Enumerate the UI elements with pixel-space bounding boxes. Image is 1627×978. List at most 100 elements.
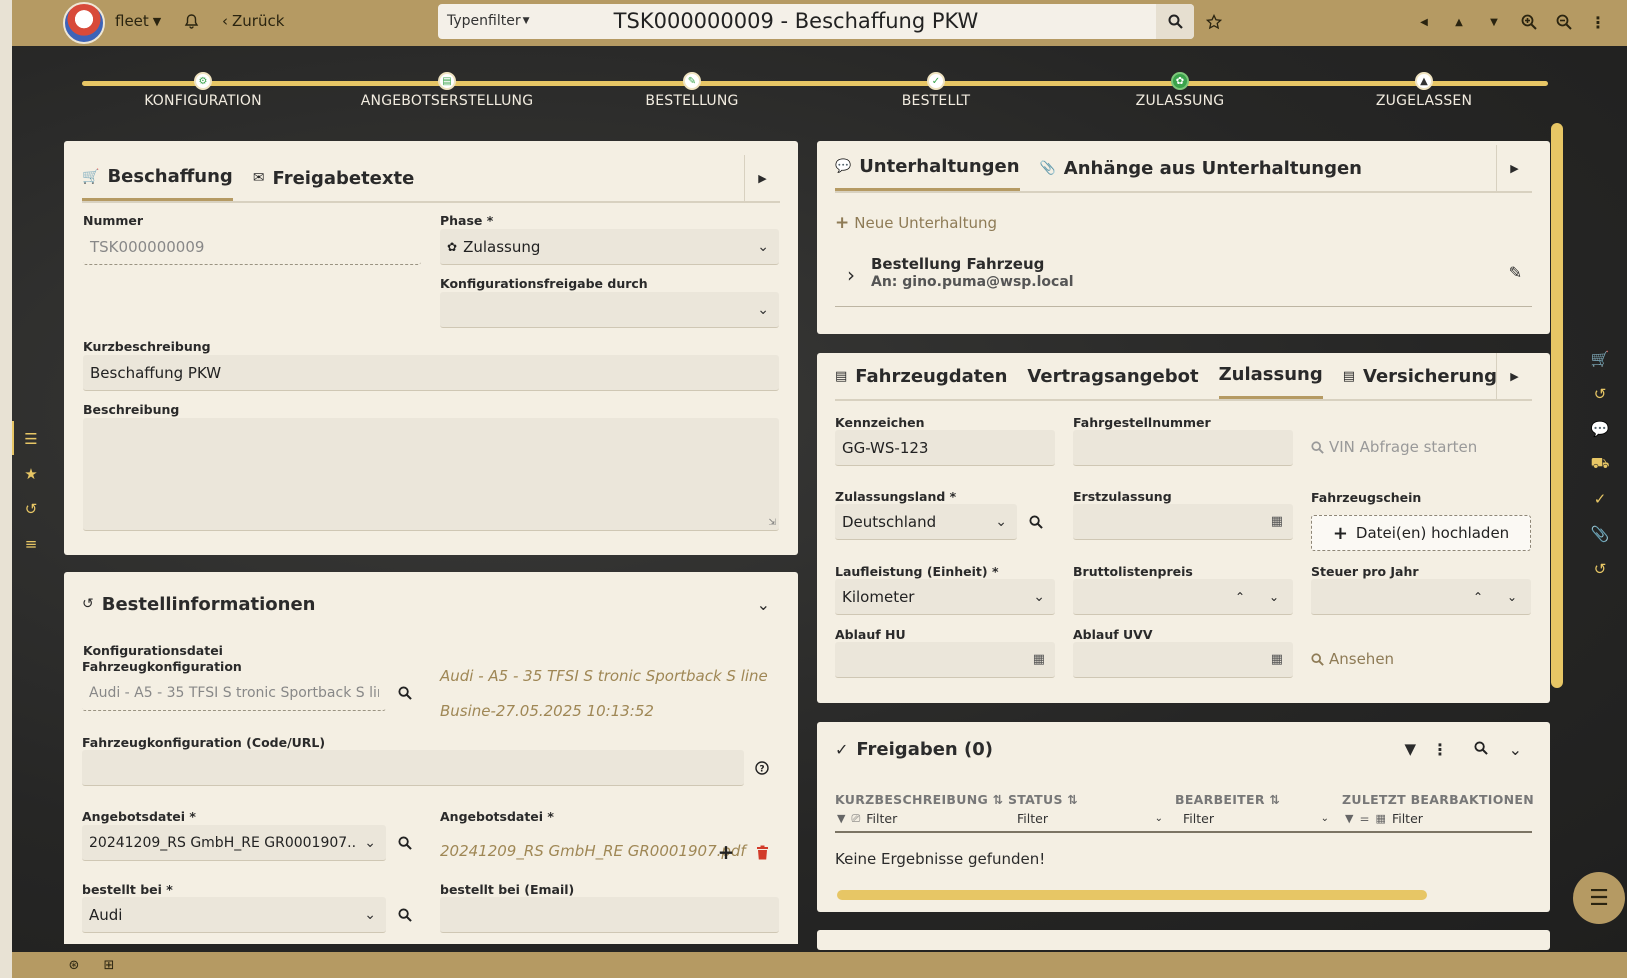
- step-bestellt[interactable]: ✓ BESTELLT: [816, 72, 1056, 109]
- decrement-icon[interactable]: ⌄: [1269, 590, 1279, 604]
- history-icon[interactable]: ↺: [1589, 558, 1611, 580]
- konfigdatei-link-line2[interactable]: Busine-27.05.2025 10:13:52: [440, 702, 654, 720]
- ablauf-hu-input[interactable]: ▦: [835, 642, 1055, 678]
- bell-icon[interactable]: [179, 10, 203, 34]
- star-icon[interactable]: ★: [20, 463, 42, 485]
- more-vertical-icon[interactable]: ⋮: [1432, 740, 1448, 759]
- car-icon[interactable]: ⛟: [1589, 453, 1611, 475]
- help-circle-icon[interactable]: ?: [750, 756, 774, 780]
- increment-icon[interactable]: ⌃: [1235, 590, 1245, 604]
- search-icon[interactable]: [1474, 741, 1488, 759]
- filter-zuletzt[interactable]: ▼ = ▦ Filter: [1345, 811, 1423, 826]
- increment-icon[interactable]: ⌃: [1473, 590, 1483, 604]
- search-icon[interactable]: [393, 681, 417, 705]
- new-conversation-button[interactable]: + Neue Unterhaltung: [835, 213, 997, 233]
- upload-files-button[interactable]: + Datei(en) hochladen: [1311, 515, 1531, 551]
- vin-query-button[interactable]: VIN Abfrage starten: [1311, 438, 1477, 456]
- tabs-scroll-right-button[interactable]: ▶: [1496, 145, 1532, 191]
- search-button[interactable]: [1156, 4, 1194, 39]
- search-icon[interactable]: [393, 831, 417, 855]
- bruttolistenpreis-input[interactable]: ⌃ ⌄: [1073, 579, 1293, 615]
- tab-fahrzeugdaten[interactable]: ▤ Fahrzeugdaten: [835, 353, 1007, 399]
- step-zulassung[interactable]: ✿ ZULASSUNG: [1060, 72, 1300, 109]
- column-header-bearbeiter[interactable]: BEARBEITER ⇅: [1175, 792, 1280, 807]
- calendar-icon[interactable]: ▦: [1271, 652, 1283, 667]
- comments-icon[interactable]: 💬: [1589, 418, 1611, 440]
- filter-icon[interactable]: ▼: [1404, 740, 1416, 758]
- search-icon[interactable]: [1024, 510, 1048, 534]
- cart-icon[interactable]: 🛒: [1589, 348, 1611, 370]
- tab-unterhaltungen[interactable]: 💬 Unterhaltungen: [835, 145, 1020, 191]
- list-icon[interactable]: ☰: [20, 428, 42, 450]
- check-icon[interactable]: ✓: [1589, 488, 1611, 510]
- fahrgestellnummer-input[interactable]: [1073, 430, 1293, 466]
- user-menu[interactable]: fleet ▼: [115, 12, 161, 30]
- step-angebotserstellung[interactable]: ▤ ANGEBOTSERSTELLUNG: [327, 72, 567, 109]
- filter-kurzbeschreibung[interactable]: ▼ ⎚ Filter: [837, 811, 897, 826]
- phase-select[interactable]: ✿ Zulassung ⌄: [440, 229, 779, 265]
- chevron-right-icon[interactable]: ›: [847, 263, 855, 287]
- column-header-zuletzt[interactable]: ZULETZT BEARBAKTIONEN: [1342, 792, 1534, 807]
- caret-up-icon[interactable]: ▲: [1447, 10, 1471, 34]
- calendar-icon[interactable]: ▦: [1033, 652, 1045, 667]
- erstzulassung-input[interactable]: ▦: [1073, 504, 1293, 540]
- calendar-icon[interactable]: ▦: [1271, 514, 1283, 529]
- history-icon[interactable]: ↺: [1589, 383, 1611, 405]
- tab-beschaffung[interactable]: 🛒 Beschaffung: [82, 155, 233, 201]
- back-button[interactable]: ‹ Zurück: [222, 12, 284, 30]
- step-zugelassen[interactable]: ▲ ZUGELASSEN: [1304, 72, 1544, 109]
- global-search[interactable]: Typenfilter ▼ TSK000000009 - Beschaffung…: [438, 4, 1194, 39]
- tabs-scroll-right-button[interactable]: ▶: [744, 155, 780, 201]
- resize-handle-icon[interactable]: ⇲: [768, 518, 776, 528]
- konfig-code-input[interactable]: [82, 750, 744, 786]
- ablauf-uvv-input[interactable]: ▦: [1073, 642, 1293, 678]
- search-icon[interactable]: [393, 903, 417, 927]
- user-avatar[interactable]: [63, 2, 105, 44]
- horizontal-scrollbar[interactable]: [837, 890, 1427, 900]
- zoom-in-icon[interactable]: [1517, 10, 1541, 34]
- column-header-status[interactable]: STATUS ⇅: [1008, 792, 1078, 807]
- conversation-item[interactable]: › Bestellung Fahrzeug An: gino.puma@wsp.…: [835, 251, 1532, 307]
- tab-anhaenge[interactable]: 📎 Anhänge aus Unterhaltungen: [1040, 145, 1362, 191]
- plus-icon[interactable]: +: [714, 840, 738, 864]
- caret-down-icon[interactable]: ▼: [1482, 10, 1506, 34]
- tab-vertragsangebot[interactable]: Vertragsangebot: [1027, 353, 1198, 399]
- vertical-scrollbar[interactable]: [1551, 123, 1563, 688]
- bestellinfo-header[interactable]: ↺ Bestellinformationen ⌄: [82, 588, 780, 620]
- chevron-down-icon[interactable]: ⌄: [757, 595, 770, 614]
- beschreibung-textarea[interactable]: ⇲: [83, 418, 779, 531]
- laufleistung-select[interactable]: Kilometer ⌄: [835, 579, 1055, 615]
- tabs-scroll-right-button[interactable]: ▶: [1496, 353, 1532, 399]
- bestellt-bei-select[interactable]: Audi ⌄: [82, 897, 386, 933]
- konfig-freigabe-select[interactable]: ⌄: [440, 292, 779, 328]
- history-icon[interactable]: ↺: [20, 498, 42, 520]
- sitemap-icon[interactable]: ⊞: [100, 957, 118, 973]
- view-button[interactable]: Ansehen: [1311, 650, 1394, 668]
- steuer-input[interactable]: ⌃ ⌄: [1311, 579, 1531, 615]
- filter-status[interactable]: Filter ⌄: [1017, 811, 1167, 826]
- trash-icon[interactable]: [750, 840, 774, 864]
- tab-freigabetexte[interactable]: ✉ Freigabetexte: [253, 155, 415, 201]
- hierarchy-icon[interactable]: ⊛: [65, 957, 83, 973]
- paperclip-icon[interactable]: 📎: [1589, 523, 1611, 545]
- caret-left-icon[interactable]: ◀: [1412, 10, 1436, 34]
- decrement-icon[interactable]: ⌄: [1507, 590, 1517, 604]
- main-menu-button[interactable]: ☰: [1573, 872, 1625, 924]
- kennzeichen-input[interactable]: GG-WS-123: [835, 430, 1055, 466]
- konfigdatei-link-line1[interactable]: Audi - A5 - 35 TFSI S tronic Sportback S…: [440, 667, 768, 685]
- pencil-icon[interactable]: ✎: [1509, 263, 1522, 282]
- more-vertical-icon[interactable]: ⋮: [1586, 10, 1610, 34]
- star-outline-icon[interactable]: [1202, 10, 1226, 34]
- step-bestellung[interactable]: ✎ BESTELLUNG: [572, 72, 812, 109]
- list-indent-icon[interactable]: ≡: [20, 533, 42, 555]
- kurzbeschreibung-input[interactable]: Beschaffung PKW: [83, 355, 779, 391]
- zoom-out-icon[interactable]: [1552, 10, 1576, 34]
- chevron-down-icon[interactable]: ⌄: [1509, 740, 1522, 759]
- angebotsdatei2-link[interactable]: 20241209_RS GmbH_RE GR0001907.pdf: [440, 842, 746, 860]
- tab-zulassung[interactable]: Zulassung: [1218, 353, 1323, 399]
- step-konfiguration[interactable]: ⚙ KONFIGURATION: [83, 72, 323, 109]
- angebotsdatei-select[interactable]: 20241209_RS GmbH_RE GR0001907.... ⌄: [82, 825, 386, 861]
- zulassungsland-select[interactable]: Deutschland ⌄: [835, 504, 1017, 540]
- column-header-kurzbeschreibung[interactable]: KURZBESCHREIBUNG ⇅: [835, 792, 1003, 807]
- filter-bearbeiter[interactable]: Filter ⌄: [1183, 811, 1333, 826]
